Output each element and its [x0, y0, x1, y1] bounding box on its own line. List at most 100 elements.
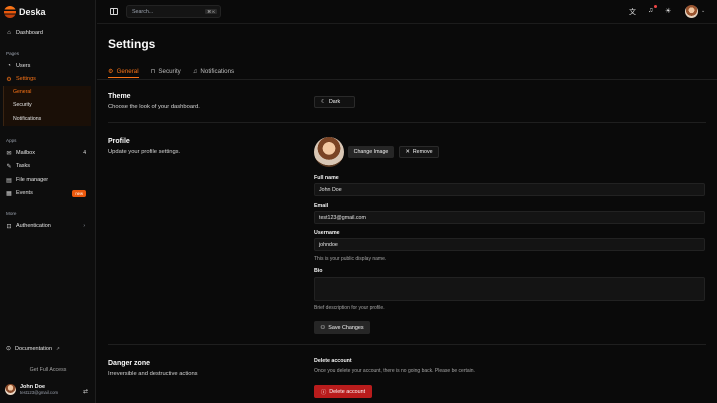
sidebar-item-label: Tasks [16, 163, 31, 169]
username-hint: This is your public display name. [314, 256, 387, 262]
avatar [5, 384, 16, 395]
danger-title: Danger zone [108, 360, 151, 367]
delete-label: Delete account [329, 388, 366, 395]
section-label-more: More [6, 211, 17, 216]
alert-circle-icon: ⓘ [320, 389, 327, 396]
bio-hint: Brief description for your profile. [314, 305, 385, 311]
bell-icon[interactable]: ♫ [648, 7, 653, 14]
save-changes-button[interactable]: ⚇ Save Changes [314, 321, 370, 334]
users-icon: ◔ [7, 63, 11, 69]
bio-label: Bio [314, 268, 323, 274]
remove-image-button[interactable]: ✕ Remove [399, 146, 439, 158]
chevron-down-icon[interactable]: ⌄ [701, 8, 705, 14]
mailbox-count-badge: 4 [83, 150, 86, 156]
tab-label: Notifications [200, 68, 235, 75]
sidebar-item-label: Users [16, 63, 31, 69]
sidebar-subitem-general[interactable]: General [13, 89, 31, 95]
gear-icon: ⚙ [108, 67, 114, 75]
sidebar-item-events[interactable]: ▦ Events new [3, 187, 91, 199]
search-shortcut: ⌘ K [205, 9, 217, 14]
sidebar-item-authentication[interactable]: ⊡ Authentication › [3, 220, 91, 232]
sidebar-item-label: File manager [16, 177, 49, 183]
email-field[interactable]: test123@gmail.com [314, 211, 705, 224]
sidebar-subitem-security[interactable]: Security [13, 102, 32, 108]
file-icon: ▤ [6, 177, 12, 184]
pencil-icon: ✎ [6, 163, 12, 170]
sidebar-item-file-manager[interactable]: ▤ File manager [3, 174, 91, 186]
tab-label: Security [158, 68, 181, 75]
theme-select[interactable]: ☾ Dark [314, 96, 355, 108]
gear-icon: ⚙ [6, 76, 12, 83]
sidebar-item-label: Mailbox [16, 150, 35, 156]
danger-description: Irreversible and destructive actions [108, 371, 198, 377]
email-label: Email [314, 203, 329, 209]
search-placeholder: Search... [132, 8, 154, 15]
user-profile-footer[interactable]: John Doe test123@gmail.com [5, 384, 58, 395]
bio-field[interactable] [314, 277, 705, 301]
full-name-field[interactable]: John Doe [314, 183, 705, 196]
events-new-badge: new [72, 189, 86, 197]
bell-icon: ♫ [192, 68, 198, 75]
sidebar-item-label: Authentication [16, 223, 51, 229]
sidebar-item-users[interactable]: ◔ Users [3, 60, 91, 72]
user-icon: ⚇ [320, 324, 326, 331]
get-full-access-button[interactable]: Get Full Access [0, 367, 96, 373]
documentation-label: Documentation [15, 345, 53, 352]
translate-icon[interactable]: 文 [629, 7, 636, 17]
page-title: Settings [108, 37, 156, 51]
tab-notifications[interactable]: ♫ Notifications [193, 65, 234, 78]
remove-label: Remove [412, 149, 433, 155]
tab-security[interactable]: ⊓ Security [151, 65, 181, 78]
topbar: Search... ⌘ K 文 ♫ ☀ ⌄ [97, 0, 717, 24]
delete-account-title: Delete account [314, 358, 352, 364]
lock-icon: ⊡ [6, 223, 12, 230]
sidebar-item-settings[interactable]: ⚙ Settings [3, 73, 91, 85]
username-label: Username [314, 230, 340, 236]
tab-general[interactable]: ⚙ General [108, 65, 139, 78]
lock-icon: ⊓ [150, 68, 156, 75]
avatar[interactable] [685, 5, 698, 18]
swap-icon[interactable]: ⇄ [83, 388, 88, 395]
section-label-apps: Apps [6, 138, 17, 143]
help-circle-icon: ⊙ [6, 346, 12, 352]
sidebar-item-label: Settings [16, 76, 36, 82]
section-label-pages: Pages [6, 51, 20, 56]
change-image-button[interactable]: Change Image [348, 146, 394, 158]
full-name-label: Full name [314, 175, 339, 181]
sidebar-item-dashboard[interactable]: ⌂ Dashboard [3, 27, 91, 39]
sidebar-subitem-notifications[interactable]: Notifications [13, 116, 41, 122]
profile-title: Profile [108, 138, 130, 145]
calendar-icon: ▦ [6, 190, 12, 197]
mail-icon: ✉ [6, 150, 12, 157]
brand-logo-icon [4, 6, 16, 18]
delete-account-button[interactable]: ⓘ Delete account [314, 385, 372, 398]
profile-description: Update your profile settings. [108, 149, 181, 155]
user-email: test123@gmail.com [20, 390, 59, 395]
section-divider [108, 122, 706, 123]
theme-value: Dark [328, 99, 341, 105]
sidebar-item-tasks[interactable]: ✎ Tasks [3, 160, 91, 172]
moon-icon: ☾ [321, 99, 326, 105]
brand-name: Deska [19, 7, 46, 17]
sun-icon[interactable]: ☀ [665, 7, 671, 15]
profile-avatar [314, 137, 344, 167]
settings-tabs: ⚙ General ⊓ Security ♫ Notifications [108, 65, 234, 79]
sidebar: Deska ⌂ Dashboard Pages ◔ Users ⚙ Settin… [0, 0, 96, 403]
tabs-divider [97, 79, 717, 80]
section-divider [108, 344, 706, 345]
home-icon: ⌂ [7, 30, 11, 36]
username-field[interactable]: johndoe [314, 238, 705, 251]
chevron-right-icon: › [83, 223, 85, 229]
search-input[interactable]: Search... ⌘ K [126, 5, 221, 18]
documentation-link[interactable]: ⊙ Documentation ↗ [6, 345, 60, 353]
main-content: Settings ⚙ General ⊓ Security ♫ Notifica… [97, 24, 717, 403]
external-link-icon: ↗ [56, 345, 60, 351]
brand[interactable]: Deska [4, 6, 46, 18]
sidebar-item-label: Events [16, 190, 33, 196]
delete-account-description: Once you delete your account, there is n… [314, 368, 475, 374]
sidebar-toggle-icon[interactable] [110, 8, 118, 15]
tab-label: General [116, 67, 139, 75]
sidebar-item-label: Dashboard [16, 30, 43, 36]
sidebar-item-mailbox[interactable]: ✉ Mailbox 4 [3, 147, 91, 159]
notification-dot [654, 5, 657, 8]
